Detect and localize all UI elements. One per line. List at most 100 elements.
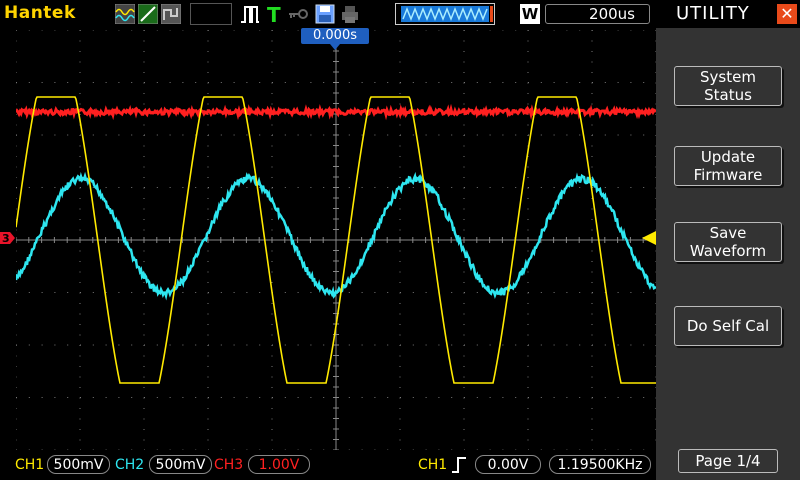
grid-dot: [412, 344, 414, 346]
grid-dot: [16, 145, 17, 147]
persistence-icon[interactable]: [161, 4, 181, 24]
grid-dot: [207, 198, 209, 199]
grid-dot: [617, 134, 619, 136]
grid-dot: [412, 134, 414, 136]
grid-dot: [464, 134, 465, 136]
trigger-level-readout[interactable]: 0.00V: [475, 455, 541, 474]
grid-dot: [79, 156, 81, 157]
grid-dot: [259, 134, 261, 136]
timebase-readout[interactable]: 200us: [545, 4, 650, 24]
waveform-mode-icon[interactable]: [115, 4, 135, 24]
grid-dot: [540, 134, 542, 136]
grid-dot: [463, 51, 465, 52]
grid-dot: [591, 229, 593, 231]
grid-dot: [451, 30, 453, 31]
grid-dot: [92, 30, 94, 31]
grid-dot: [246, 82, 248, 83]
grid-dot: [476, 344, 478, 346]
grid-dot: [271, 219, 273, 220]
grid-dot: [374, 344, 376, 346]
save-waveform-button[interactable]: Save Waveform: [674, 222, 782, 262]
grid-dot: [143, 313, 145, 315]
grid-dot: [463, 61, 465, 63]
grid-dot: [502, 344, 504, 346]
trigger-position-readout[interactable]: 0.000s: [301, 28, 369, 44]
ch1-scale[interactable]: 500mV: [47, 455, 110, 474]
grid-dot: [105, 187, 107, 188]
grid-dot: [195, 30, 197, 31]
grid-dot: [591, 219, 593, 220]
grid-dot: [207, 408, 209, 409]
close-icon[interactable]: ✕: [777, 4, 797, 24]
ch3-trace: [16, 103, 656, 121]
waveform-display[interactable]: [16, 30, 656, 450]
ch3-ground-marker[interactable]: 3: [0, 230, 16, 246]
grid-dot: [131, 344, 133, 346]
grid-dot: [271, 303, 273, 304]
grid-dot: [630, 30, 632, 31]
grid-dot: [399, 355, 401, 357]
grid-dot: [463, 166, 465, 168]
grid-dot: [399, 219, 401, 220]
grid-dot: [143, 376, 145, 378]
vector-mode-icon[interactable]: [138, 4, 158, 24]
grid-dot: [143, 219, 145, 220]
grid-dot: [591, 387, 593, 388]
ch1-label: CH1: [15, 457, 45, 473]
grid-dot: [131, 30, 133, 31]
grid-dot: [118, 187, 120, 188]
grid-dot: [79, 198, 81, 199]
grid-dot: [463, 156, 465, 157]
grid-dot: [528, 292, 529, 293]
grid-dot: [207, 271, 209, 273]
printer-icon[interactable]: [340, 4, 360, 24]
grid-dot: [207, 93, 209, 94]
grid-dot: [579, 397, 581, 398]
grid-dot: [208, 30, 209, 31]
grid-dot: [16, 429, 17, 430]
grid-dot: [400, 397, 401, 398]
grid-dot: [54, 187, 56, 188]
grid-dot: [67, 292, 69, 293]
grid-dot: [143, 40, 145, 42]
grid-dot: [67, 134, 69, 136]
ch3-label: CH3: [214, 457, 244, 473]
system-status-button[interactable]: System Status: [674, 66, 782, 106]
grid-dot: [399, 72, 401, 73]
grid-dot: [195, 397, 197, 398]
ch2-scale[interactable]: 500mV: [149, 455, 212, 474]
trigger-level-marker[interactable]: [642, 231, 656, 245]
grid-dot: [400, 292, 401, 293]
grid-dot: [527, 366, 529, 367]
grid-dot: [284, 134, 286, 136]
save-disk-icon[interactable]: [315, 4, 335, 24]
grid-dot: [591, 313, 593, 315]
grid-dot: [271, 166, 273, 168]
grid-dot: [643, 344, 645, 346]
grid-dot: [527, 166, 529, 168]
frequency-readout: 1.19500KHz: [549, 455, 651, 474]
grid-dot: [604, 344, 606, 346]
ch3-scale[interactable]: 1.00V: [248, 455, 310, 474]
grid-dot: [195, 82, 197, 83]
page-indicator-button[interactable]: Page 1/4: [678, 449, 778, 473]
utility-menu-panel: UTILITY ✕ System Status Update Firmware …: [656, 0, 800, 480]
grid-dot: [463, 72, 465, 73]
grid-dot: [348, 397, 350, 398]
grid-dot: [182, 82, 184, 83]
grid-dot: [143, 334, 145, 336]
rising-edge-icon[interactable]: [451, 456, 467, 474]
grid-dot: [195, 344, 197, 346]
grid-dot: [438, 397, 440, 398]
grid-dot: [246, 187, 248, 188]
grid-dot: [143, 282, 145, 283]
grid-dot: [579, 82, 581, 83]
grid-dot: [79, 418, 81, 420]
grid-dot: [476, 292, 478, 293]
grid-dot: [617, 82, 619, 83]
self-calibration-button[interactable]: Do Self Cal: [674, 306, 782, 346]
grid-dot: [105, 30, 107, 31]
update-firmware-button[interactable]: Update Firmware: [674, 146, 782, 186]
grid-dot: [271, 376, 273, 378]
grid-dot: [527, 418, 529, 420]
